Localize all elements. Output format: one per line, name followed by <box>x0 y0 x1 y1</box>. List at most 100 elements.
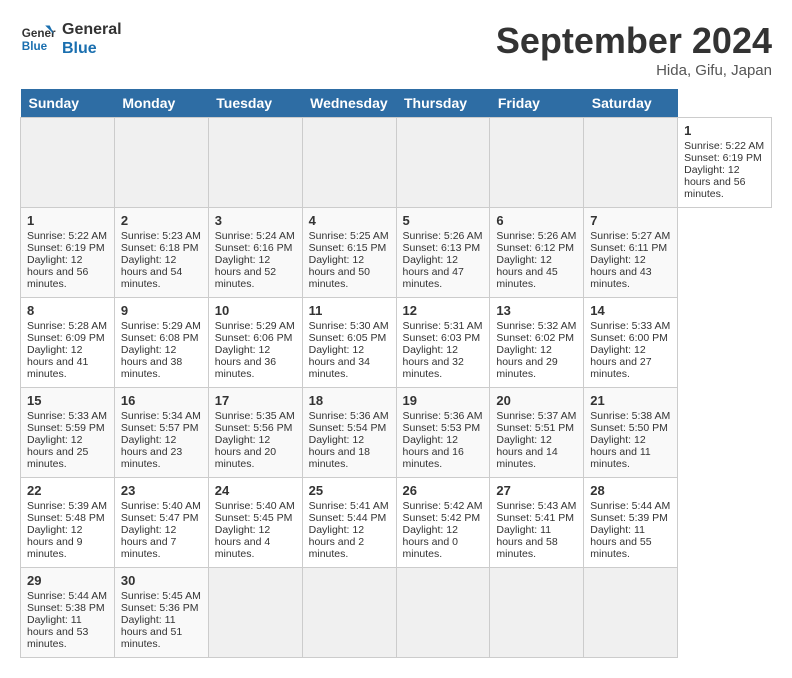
sunrise: Sunrise: 5:42 AM <box>403 500 483 512</box>
daylight: Daylight: 12 hours and 16 minutes. <box>403 434 464 470</box>
logo-text-general: General <box>62 20 122 39</box>
sunset: Sunset: 6:15 PM <box>309 242 387 254</box>
sunrise: Sunrise: 5:25 AM <box>309 230 389 242</box>
sunset: Sunset: 6:08 PM <box>121 332 199 344</box>
sunset: Sunset: 5:38 PM <box>27 602 105 614</box>
day-number: 14 <box>590 303 671 318</box>
header-monday: Monday <box>114 89 208 118</box>
daylight: Daylight: 12 hours and 45 minutes. <box>496 254 557 290</box>
calendar-cell: 7Sunrise: 5:27 AMSunset: 6:11 PMDaylight… <box>584 208 678 298</box>
sunset: Sunset: 5:41 PM <box>496 512 574 524</box>
sunrise: Sunrise: 5:40 AM <box>121 500 201 512</box>
daylight: Daylight: 12 hours and 18 minutes. <box>309 434 370 470</box>
calendar-cell: 24 Sunrise: 5:40 AMSunset: 5:45 PMDayligh… <box>208 478 302 568</box>
day-number: 6 <box>496 213 577 228</box>
calendar-cell: 4Sunrise: 5:25 AMSunset: 6:15 PMDaylight… <box>302 208 396 298</box>
sunset: Sunset: 5:42 PM <box>403 512 481 524</box>
daylight: Daylight: 12 hours and 54 minutes. <box>121 254 182 290</box>
sunset: Sunset: 5:45 PM <box>215 512 293 524</box>
day-number: 12 <box>403 303 484 318</box>
sunrise: Sunrise: 5:41 AM <box>309 500 389 512</box>
calendar-cell <box>584 568 678 658</box>
calendar-cell: 23Sunrise: 5:40 AMSunset: 5:47 PMDayligh… <box>114 478 208 568</box>
sunrise: Sunrise: 5:36 AM <box>403 410 483 422</box>
sunrise: Sunrise: 5:26 AM <box>496 230 576 242</box>
calendar-cell: 21Sunrise: 5:38 AMSunset: 5:50 PMDayligh… <box>584 388 678 478</box>
calendar-cell: 6Sunrise: 5:26 AMSunset: 6:12 PMDaylight… <box>490 208 584 298</box>
calendar-cell: 9Sunrise: 5:29 AMSunset: 6:08 PMDaylight… <box>114 298 208 388</box>
sunset: Sunset: 5:39 PM <box>590 512 668 524</box>
sunset: Sunset: 5:50 PM <box>590 422 668 434</box>
sunset: Sunset: 5:53 PM <box>403 422 481 434</box>
daylight: Daylight: 12 hours and 32 minutes. <box>403 344 464 380</box>
calendar-week-3: 15Sunrise: 5:33 AMSunset: 5:59 PMDayligh… <box>21 388 772 478</box>
header-saturday: Saturday <box>584 89 678 118</box>
calendar-cell: 15Sunrise: 5:33 AMSunset: 5:59 PMDayligh… <box>21 388 115 478</box>
daylight: Daylight: 12 hours and 34 minutes. <box>309 344 370 380</box>
sunrise: Sunrise: 5:22 AM <box>27 230 107 242</box>
daylight: Daylight: 11 hours and 55 minutes. <box>590 524 651 560</box>
calendar-cell <box>21 118 115 208</box>
sunrise: Sunrise: 5:33 AM <box>590 320 670 332</box>
calendar-cell: 11Sunrise: 5:30 AMSunset: 6:05 PMDayligh… <box>302 298 396 388</box>
day-number: 4 <box>309 213 390 228</box>
sunrise: Sunrise: 5:26 AM <box>403 230 483 242</box>
calendar-cell <box>208 118 302 208</box>
calendar-cell: 25Sunrise: 5:41 AMSunset: 5:44 PMDayligh… <box>302 478 396 568</box>
sunrise: Sunrise: 5:37 AM <box>496 410 576 422</box>
calendar-cell: 1Sunrise: 5:22 AMSunset: 6:19 PMDaylight… <box>678 118 772 208</box>
svg-text:Blue: Blue <box>22 40 48 53</box>
page-header: General Blue General Blue September 2024… <box>20 20 772 79</box>
daylight: Daylight: 12 hours and 0 minutes. <box>403 524 458 560</box>
day-number: 1 <box>27 213 108 228</box>
day-number: 24 <box>215 483 296 498</box>
sunset: Sunset: 6:09 PM <box>27 332 105 344</box>
sunrise: Sunrise: 5:32 AM <box>496 320 576 332</box>
sunset: Sunset: 5:36 PM <box>121 602 199 614</box>
calendar-cell <box>490 118 584 208</box>
header-sunday: Sunday <box>21 89 115 118</box>
calendar-cell: 13Sunrise: 5:32 AMSunset: 6:02 PMDayligh… <box>490 298 584 388</box>
sunrise: Sunrise: 5:27 AM <box>590 230 670 242</box>
day-number: 8 <box>27 303 108 318</box>
daylight: Daylight: 12 hours and 52 minutes. <box>215 254 276 290</box>
sunrise: Sunrise: 5:44 AM <box>590 500 670 512</box>
daylight: Daylight: 12 hours and 27 minutes. <box>590 344 651 380</box>
daylight: Daylight: 11 hours and 53 minutes. <box>27 614 88 650</box>
sunrise: Sunrise: 5:40 AM <box>215 500 295 512</box>
sunset: Sunset: 6:05 PM <box>309 332 387 344</box>
header-thursday: Thursday <box>396 89 490 118</box>
sunset: Sunset: 5:51 PM <box>496 422 574 434</box>
calendar-cell: 16Sunrise: 5:34 AMSunset: 5:57 PMDayligh… <box>114 388 208 478</box>
calendar-cell <box>302 568 396 658</box>
day-number: 29 <box>27 573 108 588</box>
day-number: 19 <box>403 393 484 408</box>
day-number: 1 <box>684 123 765 138</box>
calendar-cell: 18Sunrise: 5:36 AMSunset: 5:54 PMDayligh… <box>302 388 396 478</box>
day-number: 10 <box>215 303 296 318</box>
calendar-cell <box>302 118 396 208</box>
calendar-header: SundayMondayTuesdayWednesdayThursdayFrid… <box>21 89 772 118</box>
sunset: Sunset: 6:02 PM <box>496 332 574 344</box>
sunrise: Sunrise: 5:33 AM <box>27 410 107 422</box>
calendar-cell <box>208 568 302 658</box>
day-number: 30 <box>121 573 202 588</box>
sunrise: Sunrise: 5:29 AM <box>121 320 201 332</box>
sunrise: Sunrise: 5:24 AM <box>215 230 295 242</box>
daylight: Daylight: 12 hours and 7 minutes. <box>121 524 176 560</box>
sunrise: Sunrise: 5:38 AM <box>590 410 670 422</box>
calendar-cell: 8Sunrise: 5:28 AMSunset: 6:09 PMDaylight… <box>21 298 115 388</box>
title-block: September 2024 Hida, Gifu, Japan <box>496 20 772 79</box>
calendar-cell: 12Sunrise: 5:31 AMSunset: 6:03 PMDayligh… <box>396 298 490 388</box>
day-number: 9 <box>121 303 202 318</box>
calendar-cell: 27Sunrise: 5:43 AMSunset: 5:41 PMDayligh… <box>490 478 584 568</box>
calendar-cell <box>490 568 584 658</box>
day-number: 28 <box>590 483 671 498</box>
calendar-week-4: 22Sunrise: 5:39 AMSunset: 5:48 PMDayligh… <box>21 478 772 568</box>
daylight: Daylight: 12 hours and 43 minutes. <box>590 254 651 290</box>
daylight: Daylight: 12 hours and 4 minutes. <box>215 524 270 560</box>
calendar-cell: 19 Sunrise: 5:36 AMSunset: 5:53 PMDayligh… <box>396 388 490 478</box>
sunset: Sunset: 6:19 PM <box>27 242 105 254</box>
daylight: Daylight: 11 hours and 51 minutes. <box>121 614 182 650</box>
day-number: 27 <box>496 483 577 498</box>
